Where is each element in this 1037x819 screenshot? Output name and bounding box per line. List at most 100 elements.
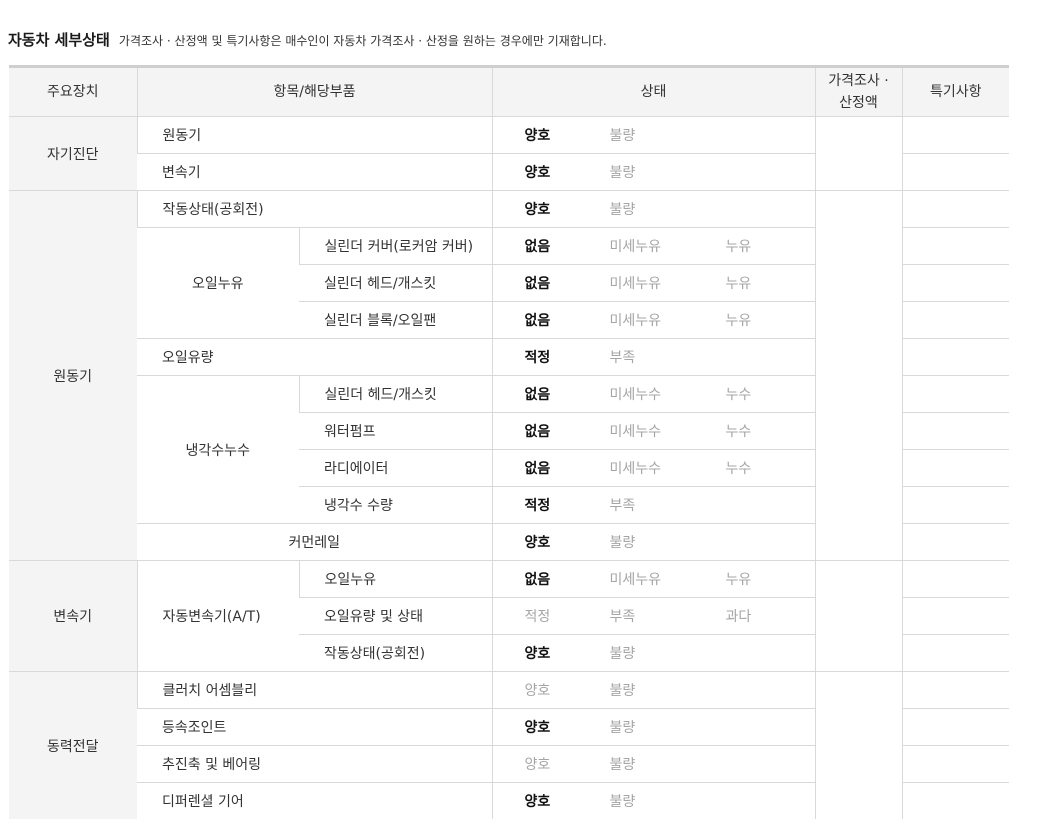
special-note-cell[interactable] — [902, 228, 1009, 265]
special-note-cell[interactable] — [902, 746, 1009, 783]
status-option[interactable]: 부족 — [610, 495, 726, 515]
status-option[interactable]: 누수 — [726, 421, 752, 441]
status-options[interactable]: 없음미세누유누유 — [492, 265, 815, 302]
special-note-cell[interactable] — [902, 524, 1009, 561]
status-options[interactable]: 양호불량 — [492, 191, 815, 228]
status-options[interactable]: 적정부족 — [492, 339, 815, 376]
status-option[interactable]: 누유 — [726, 273, 752, 293]
status-option[interactable]: 불량 — [610, 680, 726, 700]
status-option[interactable]: 양호 — [525, 162, 610, 182]
status-option[interactable]: 불량 — [610, 717, 726, 737]
status-option[interactable]: 양호 — [525, 199, 610, 219]
special-note-cell[interactable] — [902, 561, 1009, 598]
status-option[interactable]: 없음 — [525, 384, 610, 404]
status-option[interactable]: 불량 — [610, 125, 726, 145]
special-note-cell[interactable] — [902, 783, 1009, 819]
status-options[interactable]: 없음미세누수누수 — [492, 413, 815, 450]
status-option[interactable]: 양호 — [525, 754, 610, 774]
group-coolant-leak: 냉각수누수 — [137, 376, 299, 524]
status-option[interactable]: 양호 — [525, 532, 610, 552]
status-option[interactable]: 불량 — [610, 791, 726, 811]
table-row: 자기진단 원동기 양호불량 — [9, 117, 1009, 154]
status-option[interactable]: 부족 — [610, 606, 726, 626]
status-options[interactable]: 없음미세누유누유 — [492, 228, 815, 265]
status-option[interactable]: 양호 — [525, 717, 610, 737]
status-options[interactable]: 양호불량 — [492, 672, 815, 709]
status-option[interactable]: 없음 — [525, 421, 610, 441]
status-option[interactable]: 누유 — [726, 310, 752, 330]
status-option[interactable]: 없음 — [525, 236, 610, 256]
status-options[interactable]: 양호불량 — [492, 524, 815, 561]
status-option[interactable]: 누수 — [726, 458, 752, 478]
status-option[interactable]: 양호 — [525, 125, 610, 145]
status-option[interactable]: 양호 — [525, 791, 610, 811]
status-option[interactable]: 과다 — [726, 606, 752, 626]
special-note-cell[interactable] — [902, 450, 1009, 487]
status-option[interactable]: 양호 — [525, 643, 610, 663]
status-option-group: 없음미세누유누유 — [525, 273, 815, 293]
item-label: 실린더 블록/오일팬 — [299, 302, 492, 339]
status-options[interactable]: 양호불량 — [492, 635, 815, 672]
status-options[interactable]: 양호불량 — [492, 154, 815, 191]
status-options[interactable]: 양호불량 — [492, 783, 815, 819]
status-option[interactable]: 적정 — [525, 347, 610, 367]
status-option[interactable]: 없음 — [525, 458, 610, 478]
status-option[interactable]: 미세누수 — [610, 384, 726, 404]
status-option[interactable]: 미세누수 — [610, 421, 726, 441]
status-option[interactable]: 불량 — [610, 162, 726, 182]
status-option[interactable]: 없음 — [525, 569, 610, 589]
status-options[interactable]: 적정부족과다 — [492, 598, 815, 635]
status-option[interactable]: 미세누유 — [610, 569, 726, 589]
status-option[interactable]: 미세누유 — [610, 236, 726, 256]
status-option[interactable]: 불량 — [610, 754, 726, 774]
status-option[interactable]: 적정 — [525, 495, 610, 515]
status-option[interactable]: 누수 — [726, 384, 752, 404]
special-note-cell[interactable] — [902, 302, 1009, 339]
item-label: 등속조인트 — [137, 709, 492, 746]
special-note-cell[interactable] — [902, 191, 1009, 228]
special-note-cell[interactable] — [902, 635, 1009, 672]
status-options[interactable]: 양호불량 — [492, 746, 815, 783]
item-label: 워터펌프 — [299, 413, 492, 450]
category-transmission: 변속기 — [9, 561, 137, 672]
status-option[interactable]: 누유 — [726, 236, 752, 256]
special-note-cell[interactable] — [902, 672, 1009, 709]
status-options[interactable]: 없음미세누유누유 — [492, 561, 815, 598]
status-option[interactable]: 미세누유 — [610, 310, 726, 330]
status-option[interactable]: 미세누유 — [610, 273, 726, 293]
special-note-cell[interactable] — [902, 154, 1009, 191]
status-option[interactable]: 누유 — [726, 569, 752, 589]
status-option[interactable]: 미세누수 — [610, 458, 726, 478]
status-option[interactable]: 부족 — [610, 347, 726, 367]
status-options[interactable]: 없음미세누수누수 — [492, 450, 815, 487]
header-price-line1: 가격조사 · — [828, 73, 888, 89]
special-note-cell[interactable] — [902, 413, 1009, 450]
special-note-cell[interactable] — [902, 376, 1009, 413]
status-options[interactable]: 양호불량 — [492, 709, 815, 746]
status-option[interactable]: 불량 — [610, 643, 726, 663]
status-options[interactable]: 없음미세누수누수 — [492, 376, 815, 413]
special-note-cell[interactable] — [902, 487, 1009, 524]
special-note-cell[interactable] — [902, 598, 1009, 635]
status-option[interactable]: 적정 — [525, 606, 610, 626]
special-note-cell[interactable] — [902, 265, 1009, 302]
status-option[interactable]: 없음 — [525, 273, 610, 293]
status-option[interactable]: 불량 — [610, 532, 726, 552]
status-options[interactable]: 없음미세누유누유 — [492, 302, 815, 339]
status-option-group: 양호불량 — [525, 717, 815, 737]
header-special: 특기사항 — [902, 67, 1009, 117]
item-label: 라디에이터 — [299, 450, 492, 487]
category-self-diagnosis: 자기진단 — [9, 117, 137, 191]
status-option-group: 없음미세누수누수 — [525, 458, 815, 478]
status-options[interactable]: 적정부족 — [492, 487, 815, 524]
price-cell — [815, 191, 902, 561]
special-note-cell[interactable] — [902, 117, 1009, 154]
status-options[interactable]: 양호불량 — [492, 117, 815, 154]
special-note-cell[interactable] — [902, 339, 1009, 376]
status-option[interactable]: 불량 — [610, 199, 726, 219]
status-option[interactable]: 양호 — [525, 680, 610, 700]
price-cell — [815, 672, 902, 819]
special-note-cell[interactable] — [902, 709, 1009, 746]
status-option-group: 없음미세누유누유 — [525, 236, 815, 256]
status-option[interactable]: 없음 — [525, 310, 610, 330]
